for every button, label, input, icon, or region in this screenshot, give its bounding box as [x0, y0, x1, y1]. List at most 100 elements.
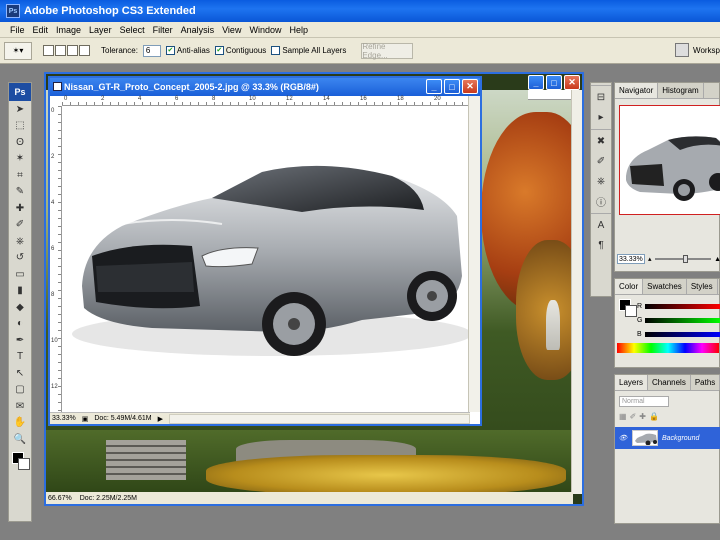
layer-name[interactable]: Background [662, 435, 699, 442]
clone-source-icon[interactable]: ⎈ [591, 172, 611, 191]
contiguous-checkbox[interactable]: ✔ Contiguous [214, 46, 266, 55]
background-color[interactable] [18, 457, 30, 470]
pen-icon[interactable]: ✒ [9, 332, 31, 349]
anti-alias-checkbox[interactable]: ✔ Anti-alias [165, 46, 210, 55]
add-to-selection-button[interactable] [55, 45, 66, 56]
vertical-scrollbar[interactable] [468, 96, 480, 412]
brushes-icon[interactable]: ✐ [591, 152, 611, 171]
path-selection-icon[interactable]: ↖ [9, 365, 31, 382]
info-icon[interactable]: ⓘ [591, 192, 611, 211]
toolbox-header[interactable]: Ps [9, 83, 31, 101]
brush-icon[interactable]: ✐ [9, 217, 31, 234]
new-selection-button[interactable] [43, 45, 54, 56]
eraser-icon[interactable]: ▭ [9, 266, 31, 283]
crop-icon[interactable]: ⌗ [9, 167, 31, 184]
healing-brush-icon[interactable]: ✚ [9, 200, 31, 217]
zoom-level[interactable]: 66.67% [48, 495, 72, 502]
ruler-vertical: 0 2 4 6 8 10 12 [50, 106, 62, 412]
tab-navigator[interactable]: Navigator [615, 83, 659, 98]
blur-icon[interactable]: ◆ [9, 299, 31, 316]
menu-view[interactable]: View [218, 25, 245, 35]
sample-all-layers-checkbox[interactable]: Sample All Layers [271, 46, 346, 55]
menu-window[interactable]: Window [245, 25, 285, 35]
layer-background[interactable]: 👁 Background [615, 427, 720, 449]
lock-brush-icon[interactable]: ✐ [630, 412, 637, 421]
subtract-from-selection-button[interactable] [67, 45, 78, 56]
tab-channels[interactable]: Channels [648, 375, 691, 390]
blend-mode-select[interactable]: Normal [619, 396, 669, 407]
green-slider[interactable] [645, 317, 720, 323]
dodge-icon[interactable]: ◐ [9, 316, 31, 333]
doc-size[interactable]: Doc: 5.49M/4.61M [94, 415, 151, 422]
history-icon[interactable]: ⊟ [591, 88, 611, 107]
menu-analysis[interactable]: Analysis [177, 25, 219, 35]
document-title-bar[interactable]: Nissan_GT-R_Proto_Concept_2005-2.jpg @ 3… [50, 78, 480, 96]
navigator-zoom-field[interactable]: 33.33% [617, 254, 645, 264]
actions-icon[interactable]: ▸ [591, 108, 611, 127]
tool-presets-icon[interactable]: ✖ [591, 132, 611, 151]
lock-move-icon[interactable]: ✚ [639, 412, 646, 421]
rectangle-icon[interactable]: ▢ [9, 382, 31, 399]
paragraph-icon[interactable]: ¶ [591, 236, 611, 255]
menu-filter[interactable]: Filter [149, 25, 177, 35]
red-slider[interactable] [645, 303, 720, 309]
statue [546, 300, 560, 350]
marquee-icon[interactable]: ⬚ [9, 118, 31, 135]
history-brush-icon[interactable]: ↺ [9, 250, 31, 267]
tab-paths[interactable]: Paths [691, 375, 720, 390]
background-color[interactable] [625, 305, 637, 317]
zoom-icon[interactable]: 🔍 [9, 431, 31, 448]
horizontal-scrollbar[interactable] [168, 413, 470, 424]
eyedropper-icon[interactable]: ✎ [9, 184, 31, 201]
minimize-icon[interactable]: _ [528, 75, 544, 90]
gradient-icon[interactable]: ▮ [9, 283, 31, 300]
notes-icon[interactable]: ✉ [9, 398, 31, 415]
zoom-out-icon[interactable]: ▴ [648, 255, 652, 263]
menu-help[interactable]: Help [285, 25, 312, 35]
close-icon[interactable]: ✕ [564, 75, 580, 90]
minimize-icon[interactable]: _ [426, 79, 442, 94]
doc-size[interactable]: Doc: 2.25M/2.25M [80, 495, 137, 502]
status-arrow-icon[interactable]: ▶ [158, 415, 163, 423]
lock-transparency-icon[interactable]: ▦ [619, 412, 627, 421]
tab-histogram[interactable]: Histogram [658, 83, 704, 98]
navigator-thumbnail[interactable] [619, 105, 720, 215]
zoom-level[interactable]: 33.33% [52, 415, 76, 422]
eye-icon[interactable]: 👁 [618, 434, 628, 442]
status-menu-icon[interactable]: ▣ [82, 415, 89, 423]
menu-image[interactable]: Image [52, 25, 85, 35]
menu-select[interactable]: Select [116, 25, 149, 35]
close-icon[interactable]: ✕ [462, 79, 478, 94]
clone-stamp-icon[interactable]: ⎈ [9, 233, 31, 250]
tab-styles[interactable]: Styles [687, 279, 718, 294]
maximize-icon[interactable]: □ [444, 79, 460, 94]
type-icon[interactable]: T [9, 349, 31, 366]
color-spectrum[interactable] [617, 343, 719, 353]
intersect-selection-button[interactable] [79, 45, 90, 56]
canvas[interactable] [62, 106, 470, 412]
zoom-hand-icon[interactable]: ✋ [9, 415, 31, 432]
move-icon[interactable]: ➤ [9, 101, 31, 118]
magic-wand-icon[interactable]: ✶ [9, 151, 31, 168]
menu-file[interactable]: File [6, 25, 29, 35]
tool-preset-picker[interactable]: ✶▾ [4, 41, 32, 60]
zoom-slider[interactable] [654, 255, 712, 263]
tolerance-input[interactable]: 6 [142, 44, 161, 57]
vertical-scrollbar[interactable] [571, 90, 582, 494]
zoom-in-icon[interactable]: ▲ [714, 256, 720, 263]
lock-all-icon[interactable]: 🔒 [649, 412, 659, 421]
menu-layer[interactable]: Layer [85, 25, 116, 35]
lasso-icon[interactable]: ʘ [9, 134, 31, 151]
menu-edit[interactable]: Edit [29, 25, 53, 35]
workspace-button[interactable]: Worksp [675, 43, 720, 57]
color-swatches[interactable] [9, 448, 31, 478]
tab-swatches[interactable]: Swatches [643, 279, 687, 294]
tab-color[interactable]: Color [615, 279, 644, 294]
character-icon[interactable]: A [591, 216, 611, 235]
magic-wand-icon: ✶▾ [12, 46, 24, 55]
maximize-icon[interactable]: □ [546, 75, 562, 90]
tab-layers[interactable]: Layers [615, 375, 649, 390]
document-window-car[interactable]: Nissan_GT-R_Proto_Concept_2005-2.jpg @ 3… [48, 76, 482, 426]
blue-slider[interactable] [644, 331, 720, 337]
refine-edge-button[interactable]: Refine Edge... [361, 42, 414, 60]
